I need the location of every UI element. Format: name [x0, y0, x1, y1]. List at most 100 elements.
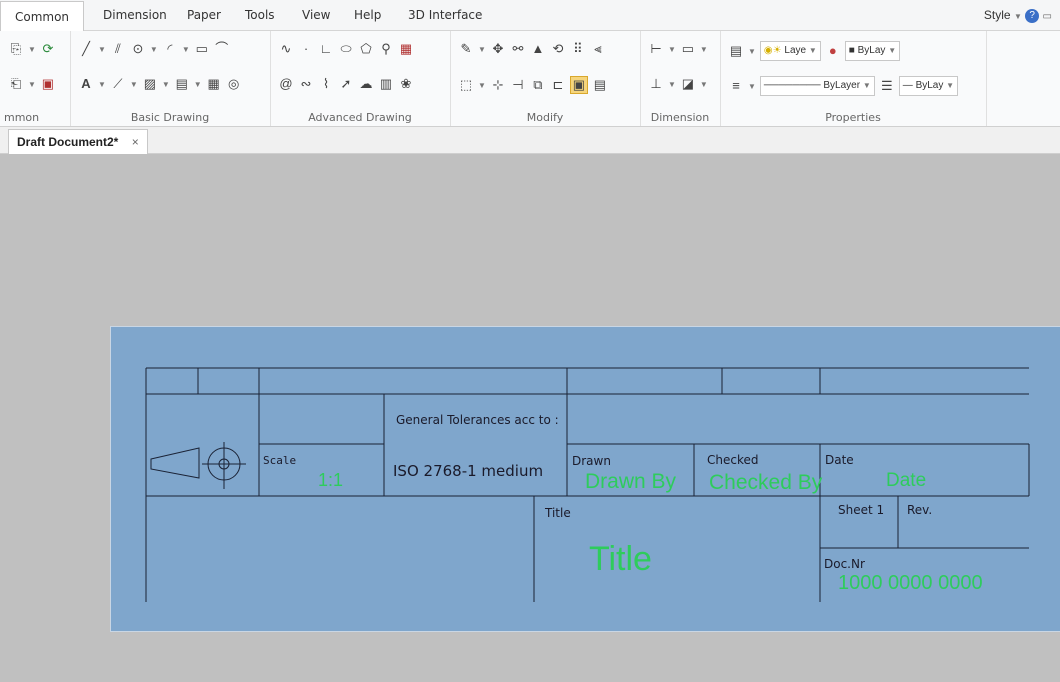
block-icon[interactable]: ▤: [174, 76, 190, 92]
lineweight-dropdown-value: ByLay: [915, 80, 944, 91]
parallel-lines-icon[interactable]: ⫽: [110, 41, 126, 57]
wall-icon[interactable]: ▥: [378, 76, 394, 92]
linear-dimension-icon[interactable]: ⊢: [648, 41, 664, 57]
drawn-label: Drawn: [572, 454, 611, 468]
group-label-properties: Properties: [825, 111, 881, 124]
symbol-icon[interactable]: ⚲: [378, 41, 394, 57]
stretch-icon[interactable]: ⊏: [550, 77, 566, 93]
construction-line-icon[interactable]: ⟋: [110, 76, 126, 92]
tolerance-icon[interactable]: ⊥: [648, 76, 664, 92]
table-icon[interactable]: ▦: [398, 41, 414, 57]
curve-icon[interactable]: ∿: [278, 41, 294, 57]
tab-help[interactable]: Help: [354, 0, 381, 30]
ribbon: ⎘ ▼ ⟳ ⎗ ▼ ▣ mmon ╱ ▼ ⫽ ⊙ ▼ ◜ ▼ ▭ ⌒ A ▼ ⟋ ▼ ▨ ▼ ▤…: [0, 31, 1060, 127]
tab-dimension[interactable]: Dimension: [103, 0, 167, 30]
angle-icon[interactable]: ∟: [318, 41, 334, 57]
arc-icon[interactable]: ◜: [162, 41, 178, 57]
spline-icon[interactable]: ⌒: [214, 41, 230, 57]
offset-icon[interactable]: ⫷: [590, 41, 606, 57]
style-label: Style: [983, 8, 1011, 22]
document-tab[interactable]: Draft Document2* ×: [8, 129, 148, 154]
scale-icon[interactable]: ⧉: [530, 77, 546, 93]
region-icon[interactable]: ▦: [206, 76, 222, 92]
move-icon[interactable]: ✥: [490, 41, 506, 57]
lineweight-dropdown[interactable]: — ByLay ▼: [898, 76, 959, 96]
group-label-advanced-drawing: Advanced Drawing: [308, 111, 412, 124]
group-label-dimension: Dimension: [650, 111, 710, 124]
tab-paper[interactable]: Paper: [187, 0, 221, 30]
select-icon[interactable]: ⬚: [458, 77, 474, 93]
group-label-modify: Modify: [526, 111, 564, 124]
tab-3d-interface[interactable]: 3D Interface: [408, 0, 482, 30]
title-value: Title: [589, 540, 652, 578]
document-tab-title: Draft Document2*: [17, 135, 119, 149]
help-icon[interactable]: ?: [1025, 8, 1040, 23]
revcloud-icon[interactable]: ☁: [358, 76, 374, 92]
layer-dropdown[interactable]: ◉☀ Laye ▼: [759, 41, 821, 61]
dimension-style-icon[interactable]: ▭: [680, 41, 696, 57]
date-value: Date: [886, 470, 926, 491]
spiral-icon[interactable]: @: [278, 76, 294, 92]
paste-icon[interactable]: ⎗: [8, 76, 24, 92]
checked-label: Checked: [707, 453, 759, 467]
close-icon[interactable]: ×: [132, 135, 139, 149]
tab-tools[interactable]: Tools: [245, 0, 275, 30]
tab-common[interactable]: Common: [0, 1, 84, 32]
docnr-value: 1000 0000 0000: [838, 572, 983, 594]
title-label: Title: [544, 506, 571, 520]
chevron-down-icon: ▼: [1013, 12, 1022, 21]
mirror-icon[interactable]: ▲: [530, 41, 546, 57]
explode-icon[interactable]: ▣: [569, 76, 588, 94]
title-block-drawing: General Tolerances acc to : Scale 1:1 IS…: [145, 367, 1030, 602]
rotate-icon[interactable]: ⟲: [550, 41, 566, 57]
general-tolerances-label: General Tolerances acc to :: [396, 413, 559, 427]
extend-icon[interactable]: ⊣: [510, 77, 526, 93]
circle-icon[interactable]: ⊙: [130, 41, 146, 57]
menu-bar: Common Dimension Paper Tools View Help 3…: [0, 0, 1060, 32]
erase-icon[interactable]: ✎: [458, 41, 474, 57]
save-icon[interactable]: ▣: [40, 76, 56, 92]
layer-manager-icon[interactable]: ▤: [728, 43, 744, 59]
tolerance-value: ISO 2768-1 medium: [393, 462, 543, 480]
group-icon[interactable]: ▤: [592, 77, 608, 93]
hatch-icon[interactable]: ▨: [142, 76, 158, 92]
copy-icon[interactable]: ⎘: [8, 41, 24, 57]
scale-label: Scale: [263, 454, 296, 467]
docnr-label: Doc.Nr: [824, 557, 865, 571]
group-label-basic-drawing: Basic Drawing: [130, 111, 210, 124]
text-icon[interactable]: A: [78, 76, 94, 92]
refresh-icon[interactable]: ⟳: [40, 41, 56, 57]
linetype-icon[interactable]: ≡: [728, 78, 744, 94]
point-icon[interactable]: ·: [298, 41, 314, 57]
group-modify: ✎ ▼ ✥ ⚯ ▲ ⟲ ⠿ ⫷ ⬚ ▼ ⊹ ⊣ ⧉ ⊏ ▣ ▤ Modify: [450, 31, 641, 126]
array-icon[interactable]: ⠿: [570, 41, 586, 57]
date-label: Date: [825, 453, 854, 467]
ellipse-icon[interactable]: ⬭: [338, 41, 354, 57]
lineweight-icon[interactable]: ☰: [879, 78, 895, 94]
drawn-value: Drawn By: [585, 470, 677, 493]
line-icon[interactable]: ╱: [78, 41, 94, 57]
polygon-icon[interactable]: ⬠: [358, 41, 374, 57]
trim-icon[interactable]: ⊹: [490, 77, 506, 93]
title-block-selection[interactable]: General Tolerances acc to : Scale 1:1 IS…: [110, 326, 1060, 632]
wave-icon[interactable]: ∾: [298, 76, 314, 92]
copy-objects-icon[interactable]: ⚯: [510, 41, 526, 57]
sheet-label: Sheet 1: [838, 503, 884, 517]
color-wheel-icon[interactable]: ●: [825, 43, 841, 59]
rectangle-icon[interactable]: ▭: [194, 41, 210, 57]
group-common: ⎘ ▼ ⟳ ⎗ ▼ ▣ mmon: [0, 31, 71, 126]
layer-dropdown-value: Laye: [784, 45, 807, 56]
leader-icon[interactable]: ◪: [680, 76, 696, 92]
boundary-icon[interactable]: ◎: [226, 76, 242, 92]
group-properties: ▤ ▼ ◉☀ Laye ▼ ● ■ ByLay ▼ ≡ ▼ ──────── ByL…: [720, 31, 987, 126]
color-dropdown[interactable]: ■ ByLay ▼: [844, 41, 901, 61]
zigzag-icon[interactable]: ⌇: [318, 76, 334, 92]
group-dimension: ⊢ ▼ ▭ ▼ ⊥ ▼ ◪ ▼ Dimension: [640, 31, 721, 126]
tab-view[interactable]: View: [302, 0, 330, 30]
minimize-ribbon-icon[interactable]: ▭: [1043, 11, 1052, 22]
style-dropdown[interactable]: Style ▼ ? ▭: [984, 0, 1052, 30]
cloud-icon[interactable]: ❀: [398, 76, 414, 92]
linetype-dropdown[interactable]: ──────── ByLayer ▼: [759, 76, 875, 96]
arrow-icon[interactable]: ➚: [338, 76, 354, 92]
document-tab-bar: Draft Document2* ×: [0, 127, 1060, 154]
